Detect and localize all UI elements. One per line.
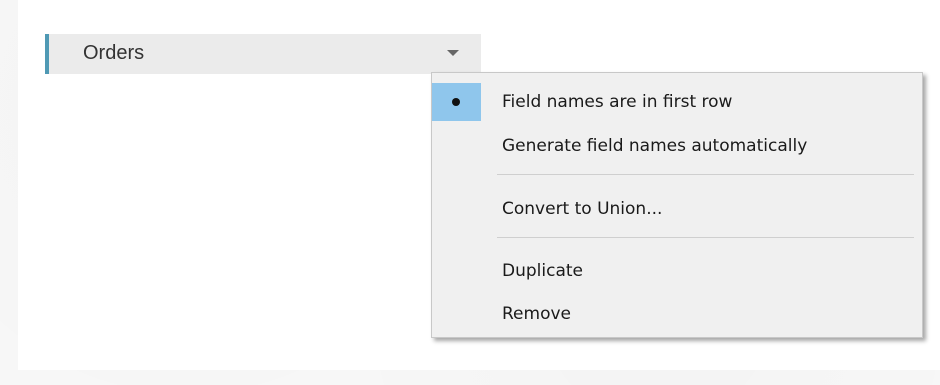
menu-item-generate-field-names[interactable]: Generate field names automatically	[432, 127, 922, 165]
menu-item-label: Field names are in first row	[502, 92, 733, 112]
menu-item-duplicate[interactable]: Duplicate	[432, 252, 922, 290]
menu-separator	[497, 174, 914, 175]
table-name: Orders	[83, 42, 145, 64]
menu-item-label: Remove	[502, 304, 571, 324]
menu-item-remove[interactable]: Remove	[432, 295, 922, 333]
menu-item-field-names-first-row[interactable]: Field names are in first row	[432, 83, 922, 121]
menu-item-label: Convert to Union...	[502, 199, 663, 219]
menu-item-convert-to-union[interactable]: Convert to Union...	[432, 190, 922, 228]
table-context-menu: Field names are in first row Generate fi…	[431, 72, 923, 338]
menu-item-label: Duplicate	[502, 261, 583, 281]
bullet-icon	[452, 98, 460, 106]
menu-item-label: Generate field names automatically	[502, 136, 808, 156]
selection-gutter	[432, 83, 481, 121]
caret-down-icon[interactable]	[447, 50, 459, 56]
table-pill-orders[interactable]: Orders	[45, 34, 481, 74]
menu-separator	[497, 237, 914, 238]
